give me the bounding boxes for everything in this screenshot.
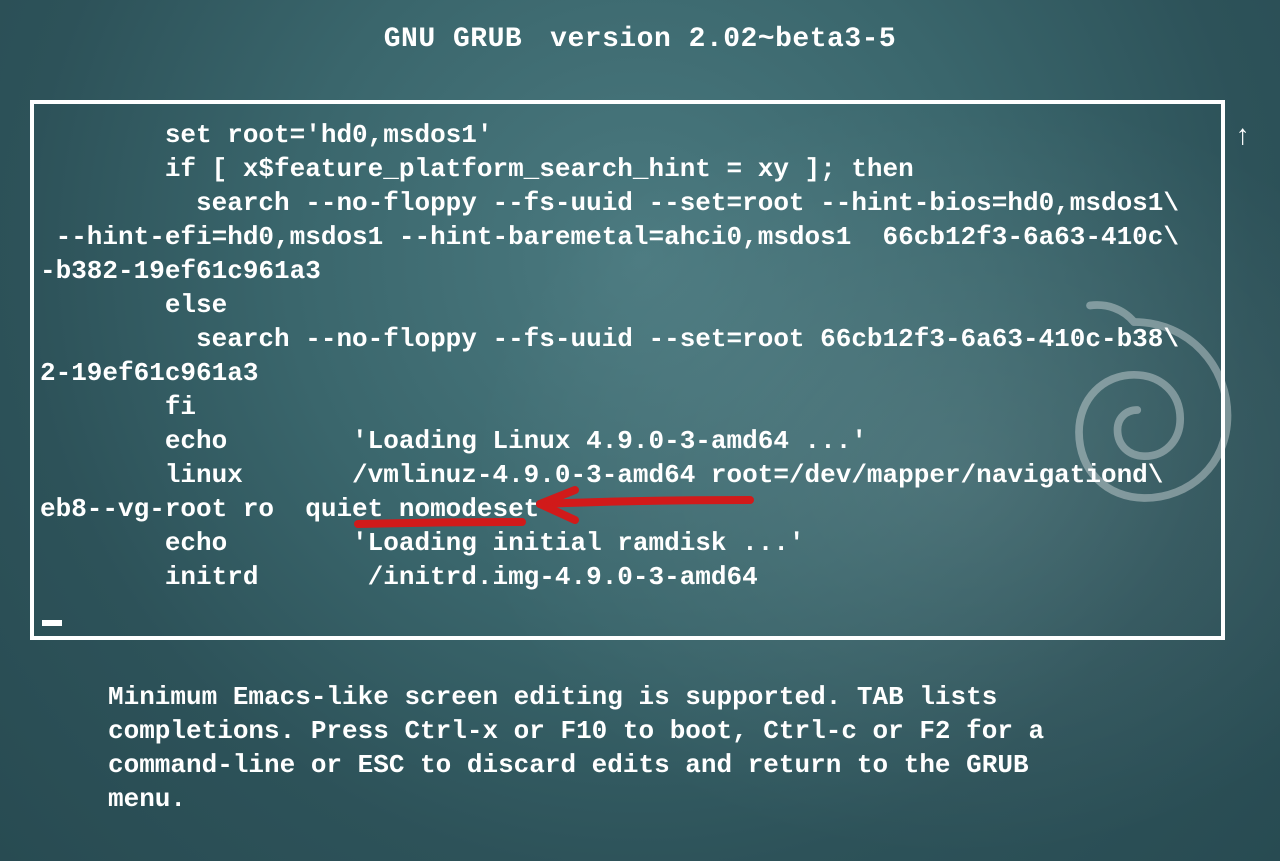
editor-content[interactable]: set root='hd0,msdos1' if [ x$feature_pla…	[40, 118, 1215, 594]
scroll-up-indicator: ↑	[1234, 122, 1251, 153]
grub-header: GNU GRUB version 2.02~beta3-5	[0, 24, 1280, 55]
grub-help-text: Minimum Emacs-like screen editing is sup…	[108, 680, 1168, 816]
text-cursor	[42, 620, 62, 626]
grub-product: GNU GRUB	[384, 24, 522, 55]
grub-editor[interactable]: ↑ set root='hd0,msdos1' if [ x$feature_p…	[30, 100, 1225, 640]
grub-version: version 2.02~beta3-5	[550, 24, 896, 55]
